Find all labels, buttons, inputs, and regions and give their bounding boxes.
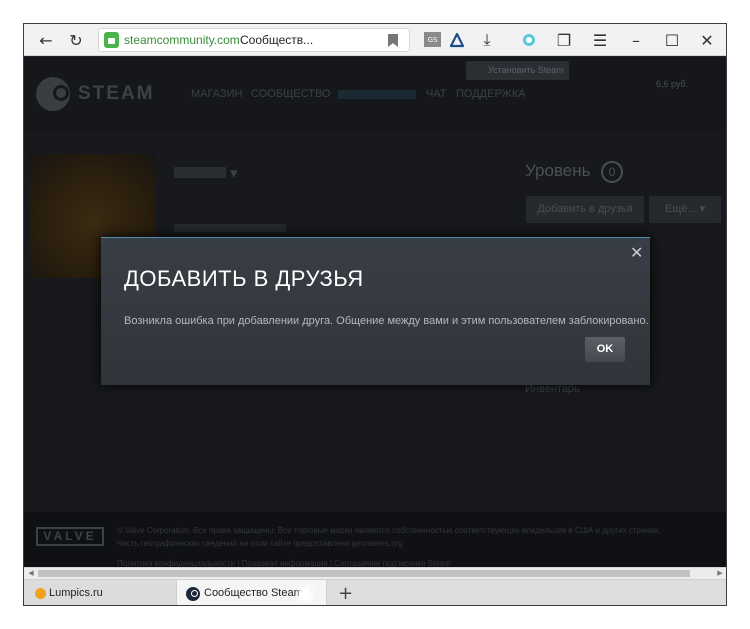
back-arrow-icon[interactable]: ← — [36, 30, 56, 50]
tab-label: Lumpics.ru — [49, 587, 103, 599]
lock-icon — [104, 32, 119, 48]
bookmarks-icon[interactable]: ❐ — [554, 30, 574, 50]
more-button[interactable]: Ещё... ▾ — [649, 196, 721, 223]
maximize-icon[interactable]: ☐ — [662, 30, 682, 50]
tab-bar: Lumpics.ru Сообщество Steam :: + — [24, 579, 726, 605]
nav-community[interactable]: СООБЩЕСТВО — [251, 88, 331, 100]
extension-icon[interactable]: GS — [424, 32, 441, 47]
close-icon[interactable]: ✕ — [630, 243, 643, 262]
steam-page: STEAM МАГАЗИН СООБЩЕСТВО ЧАТ ПОДДЕРЖКА У… — [24, 57, 726, 567]
browser-toolbar: ← ↻ steamcommunity.com Сообществ... GS ⤓… — [24, 24, 726, 56]
tab-lumpics[interactable]: Lumpics.ru — [24, 580, 176, 605]
footer-geonames-line: Часть географических сведений на этом са… — [117, 539, 403, 548]
chevron-down-icon: ▾ — [699, 203, 706, 215]
install-steam-button[interactable]: Установить Steam — [466, 61, 569, 80]
nav-store[interactable]: МАГАЗИН — [191, 88, 242, 100]
close-icon[interactable]: ✕ — [697, 30, 717, 50]
footer-copyright: © Valve Corporation. Все права защищены.… — [117, 526, 661, 548]
footer-links[interactable]: Политика конфиденциальности | Правовая и… — [117, 559, 451, 567]
nav-support[interactable]: ПОДДЕРЖКА — [456, 88, 526, 100]
level-badge: 0 — [601, 161, 623, 183]
alice-icon[interactable] — [447, 30, 467, 50]
address-page-title: Сообществ... — [240, 33, 314, 47]
horizontal-scrollbar[interactable]: ◀ ▶ — [24, 567, 726, 579]
scroll-left-icon[interactable]: ◀ — [25, 568, 37, 579]
minimize-icon[interactable]: – — [626, 30, 646, 50]
add-friend-dialog: ДОБАВИТЬ В ДРУЗЬЯ ✕ Возникла ошибка при … — [101, 237, 650, 385]
reload-icon[interactable]: ↻ — [66, 30, 86, 50]
lumpics-favicon-icon — [35, 588, 46, 599]
ok-button[interactable]: OK — [585, 337, 625, 362]
scrollbar-thumb[interactable] — [38, 570, 690, 577]
footer-copyright-line: © Valve Corporation. Все права защищены.… — [117, 526, 661, 535]
steam-header: STEAM МАГАЗИН СООБЩЕСТВО ЧАТ ПОДДЕРЖКА У… — [24, 57, 726, 132]
tab-close-icon[interactable] — [295, 584, 317, 604]
wallet-balance: 6,6 руб. — [656, 79, 689, 89]
valve-logo[interactable]: VALVE — [36, 527, 104, 546]
address-bar[interactable]: steamcommunity.com Сообществ... — [98, 28, 410, 52]
download-icon[interactable]: ⤓ — [477, 30, 497, 50]
browser-window: ← ↻ steamcommunity.com Сообществ... GS ⤓… — [23, 23, 727, 606]
steam-favicon-icon — [186, 587, 200, 601]
scroll-right-icon[interactable]: ▶ — [714, 568, 726, 579]
nav-profile[interactable] — [338, 90, 416, 99]
steam-wordmark[interactable]: STEAM — [78, 83, 155, 105]
profile-name[interactable]: ▾ — [174, 164, 238, 182]
dialog-message: Возникла ошибка при добавлении друга. Об… — [124, 315, 649, 327]
add-friend-button[interactable]: Добавить в друзья — [526, 196, 644, 223]
address-domain: steamcommunity.com — [124, 33, 240, 47]
level-label: Уровень — [525, 161, 591, 180]
dialog-title: ДОБАВИТЬ В ДРУЗЬЯ — [124, 266, 364, 291]
more-label: Ещё... — [664, 203, 697, 215]
steam-logo-icon[interactable] — [36, 77, 70, 111]
menu-icon[interactable]: ☰ — [590, 30, 610, 50]
tab-steam-community[interactable]: Сообщество Steam :: — [176, 580, 327, 605]
new-tab-plus-icon[interactable]: + — [338, 583, 353, 604]
profile-info[interactable] — [174, 224, 286, 235]
bookmark-icon[interactable] — [388, 34, 398, 47]
steam-footer: VALVE © Valve Corporation. Все права защ… — [24, 512, 726, 567]
protect-icon[interactable] — [519, 30, 539, 50]
nav-chat[interactable]: ЧАТ — [426, 88, 447, 100]
